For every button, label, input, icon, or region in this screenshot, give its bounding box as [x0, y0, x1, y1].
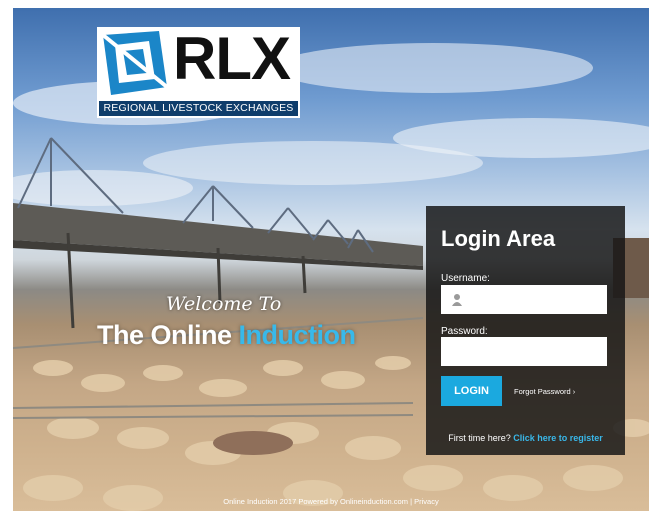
login-title: Login Area: [441, 226, 556, 251]
username-label: Username:: [441, 273, 490, 284]
rlx-cube-icon: [101, 31, 169, 95]
user-icon: [452, 294, 462, 306]
hero-headline: The Online Induction: [97, 320, 356, 351]
headline-part1: The Online: [97, 320, 232, 350]
headline-part2: Induction: [238, 320, 356, 350]
username-field[interactable]: [441, 285, 607, 314]
footer: Online Induction 2017 Powered by Onlinei…: [13, 497, 649, 506]
forgot-arrow: ›: [572, 387, 576, 396]
welcome-text: Welcome To: [166, 293, 282, 315]
login-panel: Login Area Username: Password: LOGIN For…: [426, 206, 625, 455]
footer-separator: |: [410, 497, 413, 506]
login-button[interactable]: LOGIN: [441, 376, 502, 406]
background-scene: RLX REGIONAL LIVESTOCK EXCHANGES Welcome…: [13, 8, 649, 511]
first-time-text: First time here?: [448, 433, 511, 443]
forgot-password-link[interactable]: Forgot Password ›: [514, 387, 575, 396]
forgot-password-text: Forgot Password: [514, 387, 571, 396]
logo-wordmark: RLX: [173, 25, 291, 92]
register-prompt: First time here? Click here to register: [426, 433, 625, 443]
password-label: Password:: [441, 326, 488, 337]
rlx-logo: RLX REGIONAL LIVESTOCK EXCHANGES: [97, 25, 300, 118]
logo-tagline: REGIONAL LIVESTOCK EXCHANGES: [99, 101, 298, 116]
privacy-link[interactable]: Privacy: [414, 497, 439, 506]
register-link[interactable]: Click here to register: [513, 433, 603, 443]
footer-copyright: Online Induction 2017 Powered by Onlinei…: [223, 497, 408, 506]
password-field[interactable]: [441, 337, 607, 366]
